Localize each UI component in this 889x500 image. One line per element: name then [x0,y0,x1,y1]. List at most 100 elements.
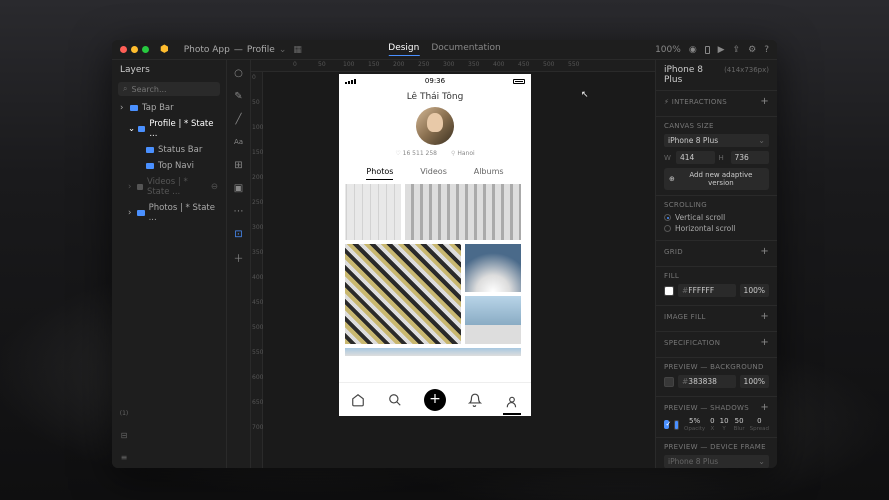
tab-documentation[interactable]: Documentation [431,43,500,56]
tool-strip: ○ ✎ ╱ Aa ⊞ ▣ ⋯ ⊡ ＋ (1) ⊟ ≡ [227,60,251,468]
tool-count[interactable]: (1) [117,406,131,420]
device-frame-select[interactable]: iPhone 8 Plus [664,455,769,468]
profile-stats: ♡ 16 511 258 ⚲ Hanoi [339,150,531,157]
folder-icon [146,147,154,153]
eye-icon[interactable]: ◉ [689,45,697,55]
profile-section: Lê Thái Tông ♡ 16 511 258 ⚲ Hanoi [339,88,531,163]
heart-icon: ♡ [395,150,400,157]
photo-thumb[interactable] [345,184,401,240]
right-panel: iPhone 8 Plus(414x736px) ⚡ Interactions+… [655,60,777,468]
add-spec-button[interactable]: + [760,337,769,348]
radio-horizontal-scroll[interactable]: Horizontal scroll [664,224,769,233]
titlebar: ⬢ Photo App — Profile ⌄ ▦ Design Documen… [112,40,777,60]
bg-pct-input[interactable]: 100% [740,375,769,388]
folder-icon [146,163,154,169]
app-window: ⬢ Photo App — Profile ⌄ ▦ Design Documen… [112,40,777,468]
device-icon[interactable] [705,46,710,54]
add-interaction-button[interactable]: + [760,96,769,107]
ruler-horizontal: 050100150200250300350400450500550 [251,60,655,72]
layers-header: Layers [112,60,226,80]
add-adaptive-button[interactable]: ⊕Add new adaptive version [664,168,769,190]
bg-swatch[interactable] [664,377,674,387]
status-bar: 09:36 [339,74,531,88]
avatar[interactable] [416,107,454,145]
add-shadow-button[interactable]: + [760,402,769,413]
minimize-icon[interactable] [131,46,138,53]
search-icon: ⌕ [123,84,127,94]
profile-icon[interactable] [503,391,521,415]
search-icon[interactable] [386,391,404,409]
maximize-icon[interactable] [142,46,149,53]
plus-icon: ⊕ [669,175,675,183]
canvas[interactable]: 050100150200250300350400450500550 050100… [251,60,655,468]
width-input[interactable]: 414 [676,151,715,164]
shadow-color-swatch[interactable] [674,420,679,430]
shadow-enable-check[interactable] [664,420,669,429]
layers-search[interactable]: ⌕ [118,82,220,96]
tab-photos[interactable]: Photos [366,167,393,180]
folder-icon [138,126,145,132]
ruler-vertical: 0501001502002503003504004505005506006507… [251,72,263,468]
layer-top-navi[interactable]: Top Navi [112,158,226,174]
tool-line[interactable]: ╱ [232,112,246,126]
fill-hex-input[interactable]: #FFFFFF [678,284,736,297]
tool-shape[interactable]: ○ [232,66,246,80]
hidden-icon[interactable]: ⊖ [211,182,218,192]
tool-grid-toggle[interactable]: ⊟ [117,428,131,442]
tool-component[interactable]: ⊡ [232,227,246,241]
tool-plus[interactable]: ＋ [232,250,246,264]
layer-photos[interactable]: ›Photos | * State ... [112,200,226,226]
add-button[interactable]: + [424,389,446,411]
close-icon[interactable] [120,46,127,53]
separator: — [234,45,243,55]
photo-thumb[interactable] [345,244,461,344]
battery-icon [513,79,525,84]
play-icon[interactable]: ▶ [718,45,725,55]
fill-pct-input[interactable]: 100% [740,284,769,297]
tab-albums[interactable]: Albums [474,167,504,180]
tool-text[interactable]: Aa [232,135,246,149]
signal-icon [345,79,356,84]
panel-icon[interactable]: ▦ [293,45,302,55]
artboard-phone[interactable]: 09:36 Lê Thái Tông ♡ 16 511 258 ⚲ Hanoi … [339,74,531,416]
layer-profile[interactable]: ⌄Profile | * State ... [112,116,226,142]
radio-vertical-scroll[interactable]: Vertical scroll [664,213,769,222]
lightning-icon: ⚡ [664,98,669,106]
photo-thumb[interactable] [405,184,521,240]
tab-design[interactable]: Design [388,43,419,56]
folder-icon [137,184,143,190]
mode-tabs: Design Documentation [388,43,500,56]
status-time: 09:36 [425,77,445,85]
settings-icon[interactable]: ⚙ [748,45,756,55]
tool-align[interactable]: ≡ [117,450,131,464]
layer-tap-bar[interactable]: ›Tap Bar [112,100,226,116]
page-crumb[interactable]: Profile [247,45,275,55]
photo-thumb[interactable] [465,244,521,292]
photo-thumb[interactable] [465,296,521,344]
zoom-value[interactable]: 100% [655,45,681,55]
tab-bar: + [339,382,531,416]
layer-status-bar[interactable]: Status Bar [112,142,226,158]
traffic-lights [120,46,149,53]
bell-icon[interactable]: ⬢ [160,44,169,55]
home-icon[interactable] [349,391,367,409]
add-grid-button[interactable]: + [760,246,769,257]
tool-image[interactable]: ▣ [232,181,246,195]
fill-swatch[interactable] [664,286,674,296]
folder-icon [137,210,144,216]
search-input[interactable] [131,85,232,94]
tool-more[interactable]: ⋯ [232,204,246,218]
layer-videos[interactable]: ›Videos | * State ...⊖ [112,174,226,200]
export-icon[interactable]: ⇪ [733,45,741,55]
bell-icon[interactable] [466,391,484,409]
photo-thumb[interactable] [345,348,521,356]
help-icon[interactable]: ? [764,45,769,55]
height-input[interactable]: 736 [731,151,770,164]
tab-videos[interactable]: Videos [420,167,447,180]
bg-hex-input[interactable]: #383838 [678,375,736,388]
add-image-fill-button[interactable]: + [760,311,769,322]
chevron-down-icon[interactable]: ⌄ [279,45,287,55]
tool-pen[interactable]: ✎ [232,89,246,103]
tool-hotspot[interactable]: ⊞ [232,158,246,172]
device-select[interactable]: iPhone 8 Plus [664,134,769,147]
